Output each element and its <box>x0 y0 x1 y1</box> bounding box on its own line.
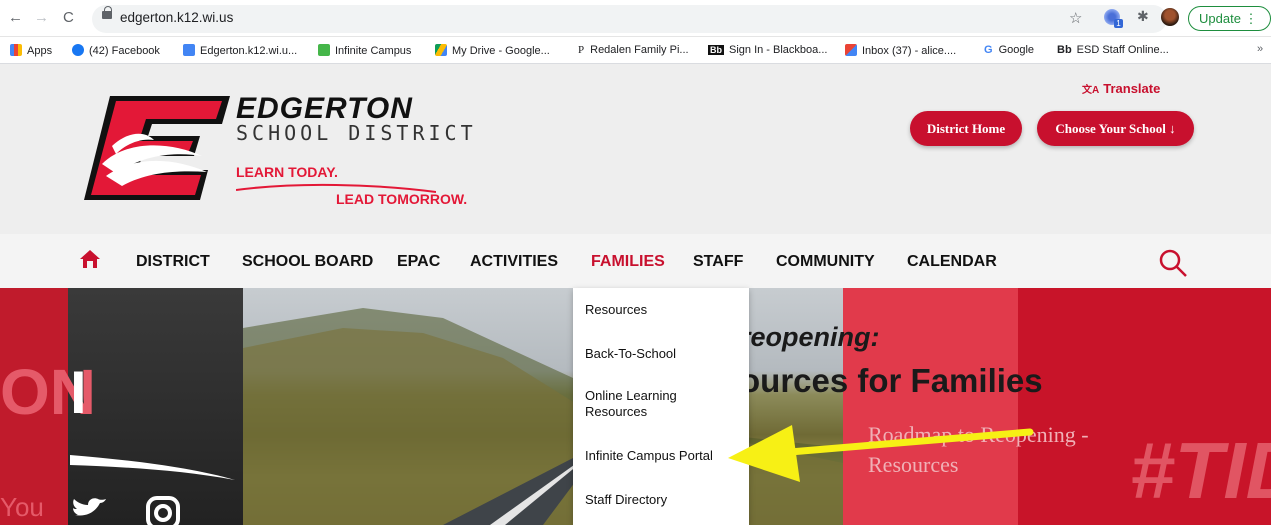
facebook-icon <box>72 44 84 56</box>
bookmark-google[interactable]: G Google <box>984 44 1034 56</box>
brand-subtitle: SCHOOL DISTRICT <box>236 121 477 145</box>
bookmark-drive[interactable]: My Drive - Google... <box>435 44 550 57</box>
bookmarks-bar: Apps (42) Facebook Edgerton.k12.wi.u... … <box>0 37 1271 64</box>
pinterest-icon: P <box>578 44 585 56</box>
bookmark-star-icon[interactable]: ☆ <box>1069 9 1082 27</box>
back-icon[interactable]: ← <box>8 9 23 26</box>
home-icon[interactable] <box>80 250 100 268</box>
bookmark-infinite-campus[interactable]: Infinite Campus <box>318 44 411 57</box>
nav-families[interactable]: FAMILIES <box>591 253 665 271</box>
edgerton-logo[interactable] <box>82 94 232 204</box>
tagline-swoosh <box>236 183 436 193</box>
bookmark-facebook[interactable]: (42) Facebook <box>72 44 160 57</box>
apps-bookmark[interactable]: Apps <box>10 44 52 57</box>
bookmark-label: Redalen Family Pi... <box>590 44 689 56</box>
address-bar[interactable] <box>92 5 1167 33</box>
hero-subtext-line1: Roadmap to Reopening - <box>868 422 1089 447</box>
dropdown-item-resources[interactable]: Resources <box>585 302 647 318</box>
apps-label: Apps <box>27 45 53 57</box>
translate-label: Translate <box>1103 81 1161 96</box>
bookmark-label: Sign In - Blackboa... <box>729 44 828 56</box>
update-button[interactable]: Update ⋮ <box>1188 6 1271 31</box>
tagline-learn: LEARN TODAY. <box>236 164 338 180</box>
gmail-icon <box>845 44 857 56</box>
lock-icon <box>102 6 112 19</box>
extension-badge: 1 <box>1114 19 1123 28</box>
bookmark-gmail[interactable]: Inbox (37) - alice.... <box>845 44 956 57</box>
dropdown-item-back-to-school[interactable]: Back-To-School <box>585 346 676 362</box>
hero-hashtag: #TID <box>1130 426 1271 515</box>
extension-icon[interactable]: 1 <box>1104 9 1123 28</box>
bookmark-edgerton[interactable]: Edgerton.k12.wi.u... <box>183 44 297 57</box>
hero-headline-reopening: reopening: <box>740 322 880 352</box>
blackboard-icon: Bb <box>708 45 724 55</box>
hero-i-text: I <box>70 359 87 426</box>
nav-activities[interactable]: ACTIVITIES <box>470 253 558 271</box>
nav-calendar[interactable]: CALENDAR <box>907 253 997 271</box>
apps-grid-icon <box>10 44 22 56</box>
blackboard-icon: Bb <box>1057 44 1072 56</box>
bookmark-label: Inbox (37) - alice.... <box>862 45 957 57</box>
twitter-icon <box>73 498 106 516</box>
infinite-campus-icon <box>318 44 330 56</box>
nav-staff[interactable]: STAFF <box>693 253 743 271</box>
url-text[interactable]: edgerton.k12.wi.us <box>120 10 233 25</box>
dropdown-item-online-learning[interactable]: Online Learning Resources <box>585 388 705 420</box>
update-label: Update <box>1199 11 1241 26</box>
bookmark-esd-staff[interactable]: Bb ESD Staff Online... <box>1057 44 1169 56</box>
calendar-icon <box>183 44 195 56</box>
bookmark-label: ESD Staff Online... <box>1076 44 1169 56</box>
menu-dots-icon: ⋮ <box>1244 11 1258 26</box>
extensions-puzzle-icon[interactable]: ✱ <box>1137 8 1149 25</box>
social-icons <box>73 496 180 525</box>
search-icon[interactable] <box>1158 248 1188 278</box>
translate-link[interactable]: 文A Translate <box>1082 81 1160 96</box>
bookmark-label: Google <box>998 44 1035 56</box>
profile-avatar[interactable] <box>1161 8 1179 26</box>
hero-headline-resources: ources for Families <box>740 362 1043 399</box>
bookmark-label: Edgerton.k12.wi.u... <box>200 45 298 57</box>
nav-district[interactable]: DISTRICT <box>136 253 210 271</box>
bookmarks-more-icon[interactable]: » <box>1257 43 1263 55</box>
hero-subtext-line2: Resources <box>868 452 959 477</box>
google-drive-icon <box>435 44 447 56</box>
bookmark-redalen[interactable]: P Redalen Family Pi... <box>578 44 689 56</box>
hero-swoosh <box>70 455 235 480</box>
hero-subtext: Roadmap to Reopening - Resources <box>868 420 1089 480</box>
hero-you-text: You <box>0 492 44 522</box>
bookmark-label: My Drive - Google... <box>452 45 550 57</box>
nav-community[interactable]: COMMUNITY <box>776 253 875 271</box>
bookmark-label: (42) Facebook <box>89 45 160 57</box>
forward-icon[interactable]: → <box>34 9 49 26</box>
district-home-button[interactable]: District Home <box>910 111 1022 146</box>
bookmark-blackboard[interactable]: Bb Sign In - Blackboa... <box>708 44 827 56</box>
bookmark-label: Infinite Campus <box>335 45 412 57</box>
translate-icon: 文A <box>1082 85 1100 96</box>
browser-toolbar: ← → C edgerton.k12.wi.us ☆ 1 ✱ Update ⋮ <box>0 0 1271 37</box>
nav-school-board[interactable]: SCHOOL BOARD <box>242 253 373 271</box>
dropdown-item-infinite-campus[interactable]: Infinite Campus Portal <box>585 448 713 464</box>
reload-icon[interactable]: C <box>63 9 74 26</box>
dropdown-item-staff-directory[interactable]: Staff Directory <box>585 492 667 508</box>
choose-school-button[interactable]: Choose Your School ↓ <box>1037 111 1194 146</box>
nav-epac[interactable]: EPAC <box>397 253 440 271</box>
google-icon: G <box>984 44 993 56</box>
